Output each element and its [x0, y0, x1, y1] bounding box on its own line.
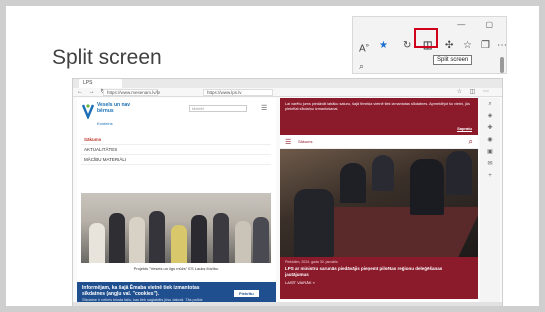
slide-title: Split screen — [52, 46, 162, 69]
right-site-header: ☰ Sākums ⌕ — [280, 135, 478, 149]
left-url-field[interactable]: https://www.mesenam.lv/lv — [103, 89, 160, 96]
window-controls[interactable]: — ▢ — [457, 20, 502, 29]
browser-tab-bar: LPS — [73, 79, 502, 88]
cookie-notice-ok-link[interactable]: Sapratu — [457, 126, 472, 131]
games-icon[interactable]: ◉ — [480, 134, 500, 146]
browser-toolbar-icons[interactable]: ☆ ◫ ⋯ — [457, 88, 492, 97]
menu-icon[interactable]: ☰ — [285, 138, 291, 146]
cookie-notice-text: Lai varētu jums piedāvāt labāku saturu, … — [285, 102, 470, 111]
extensions-icon[interactable]: ✣ — [445, 39, 453, 53]
site-logo-subtitle: Konteins — [97, 121, 113, 126]
search-icon[interactable]: ⌕ — [469, 137, 473, 147]
office-icon[interactable]: ▣ — [480, 146, 500, 158]
search-icon[interactable]: ⌕ — [480, 98, 500, 110]
split-screen-highlight — [414, 28, 438, 48]
nav-item-materials[interactable]: MĀCĪBU MATERIĀLI — [81, 155, 271, 165]
photo-caption: Projekts "Vesels un ilgs mūžs" ES Lauks … — [133, 266, 219, 271]
split-pane-left: Vesels un nav bērnus Konteins Meklēt ☰ S… — [77, 98, 276, 306]
news-headline[interactable]: LPS ar ministru sarunās piedāvājis pieņe… — [285, 266, 465, 277]
left-nav-menu: Sākums AKTUALITĀTES MĀCĪBU MATERIĀLI — [81, 135, 271, 165]
nav-item-home[interactable]: Sākums — [81, 135, 271, 145]
read-more-link[interactable]: LASĪT VAIRĀK » — [285, 280, 473, 285]
slide: Split screen — ▢ A» ★ ↻ ◫ ✣ ☆ ❐ ⋯ Split … — [6, 6, 539, 306]
cookie-accept-button[interactable]: Piekrītu — [234, 290, 259, 297]
news-teaser: Piektdien, 2024. gada 30. janvāris LPS a… — [280, 257, 478, 299]
browser-address-bar: ← → ↻ https://www.mesenam.lv/lv https://… — [73, 88, 502, 97]
news-date: Piektdien, 2024. gada 30. janvāris — [285, 260, 338, 264]
nav-item-news[interactable]: AKTUALITĀTES — [81, 145, 271, 155]
status-bar — [73, 302, 502, 306]
group-photo — [81, 193, 271, 263]
collections-icon[interactable]: ❐ — [481, 39, 490, 53]
refresh-icon[interactable]: ↻ — [403, 39, 411, 53]
site-logo-text: Vesels un nav bērnus — [97, 102, 131, 114]
right-url-field[interactable]: https://www.lps.lv — [203, 89, 273, 96]
right-nav-label[interactable]: Sākums — [298, 139, 312, 144]
split-pane-right: Lai varētu jums piedāvāt labāku saturu, … — [280, 98, 478, 306]
shopping-icon[interactable]: ◈ — [480, 110, 500, 122]
split-screen-tooltip: Split screen — [433, 55, 473, 65]
add-icon[interactable]: + — [480, 170, 500, 182]
search-input[interactable]: Meklēt — [189, 105, 247, 112]
menu-icon[interactable]: ☰ — [261, 104, 267, 112]
search-icon: ⌕ — [359, 61, 365, 71]
favorite-icon[interactable]: ★ — [379, 39, 388, 53]
site-logo-icon — [81, 104, 95, 119]
favorites-bar-icon[interactable]: ☆ — [463, 39, 472, 53]
browser-screenshot: LPS ← → ↻ https://www.mesenam.lv/lv http… — [72, 78, 503, 306]
scrollbar[interactable] — [500, 57, 504, 73]
tools-icon[interactable]: ✚ — [480, 122, 500, 134]
read-aloud-icon[interactable]: A» — [359, 39, 369, 56]
browser-tab[interactable]: LPS — [79, 79, 123, 88]
cookie-title: Informējam, ka šajā Ēmaba vietnē tiek iz… — [82, 285, 200, 297]
more-icon[interactable]: ⋯ — [497, 39, 506, 53]
outlook-icon[interactable]: ✉ — [480, 158, 500, 170]
meeting-photo — [280, 149, 478, 257]
edge-sidebar: ⌕ ◈ ✚ ◉ ▣ ✉ + — [480, 98, 500, 306]
cookie-notice-banner: Lai varētu jums piedāvāt labāku saturu, … — [280, 98, 478, 135]
